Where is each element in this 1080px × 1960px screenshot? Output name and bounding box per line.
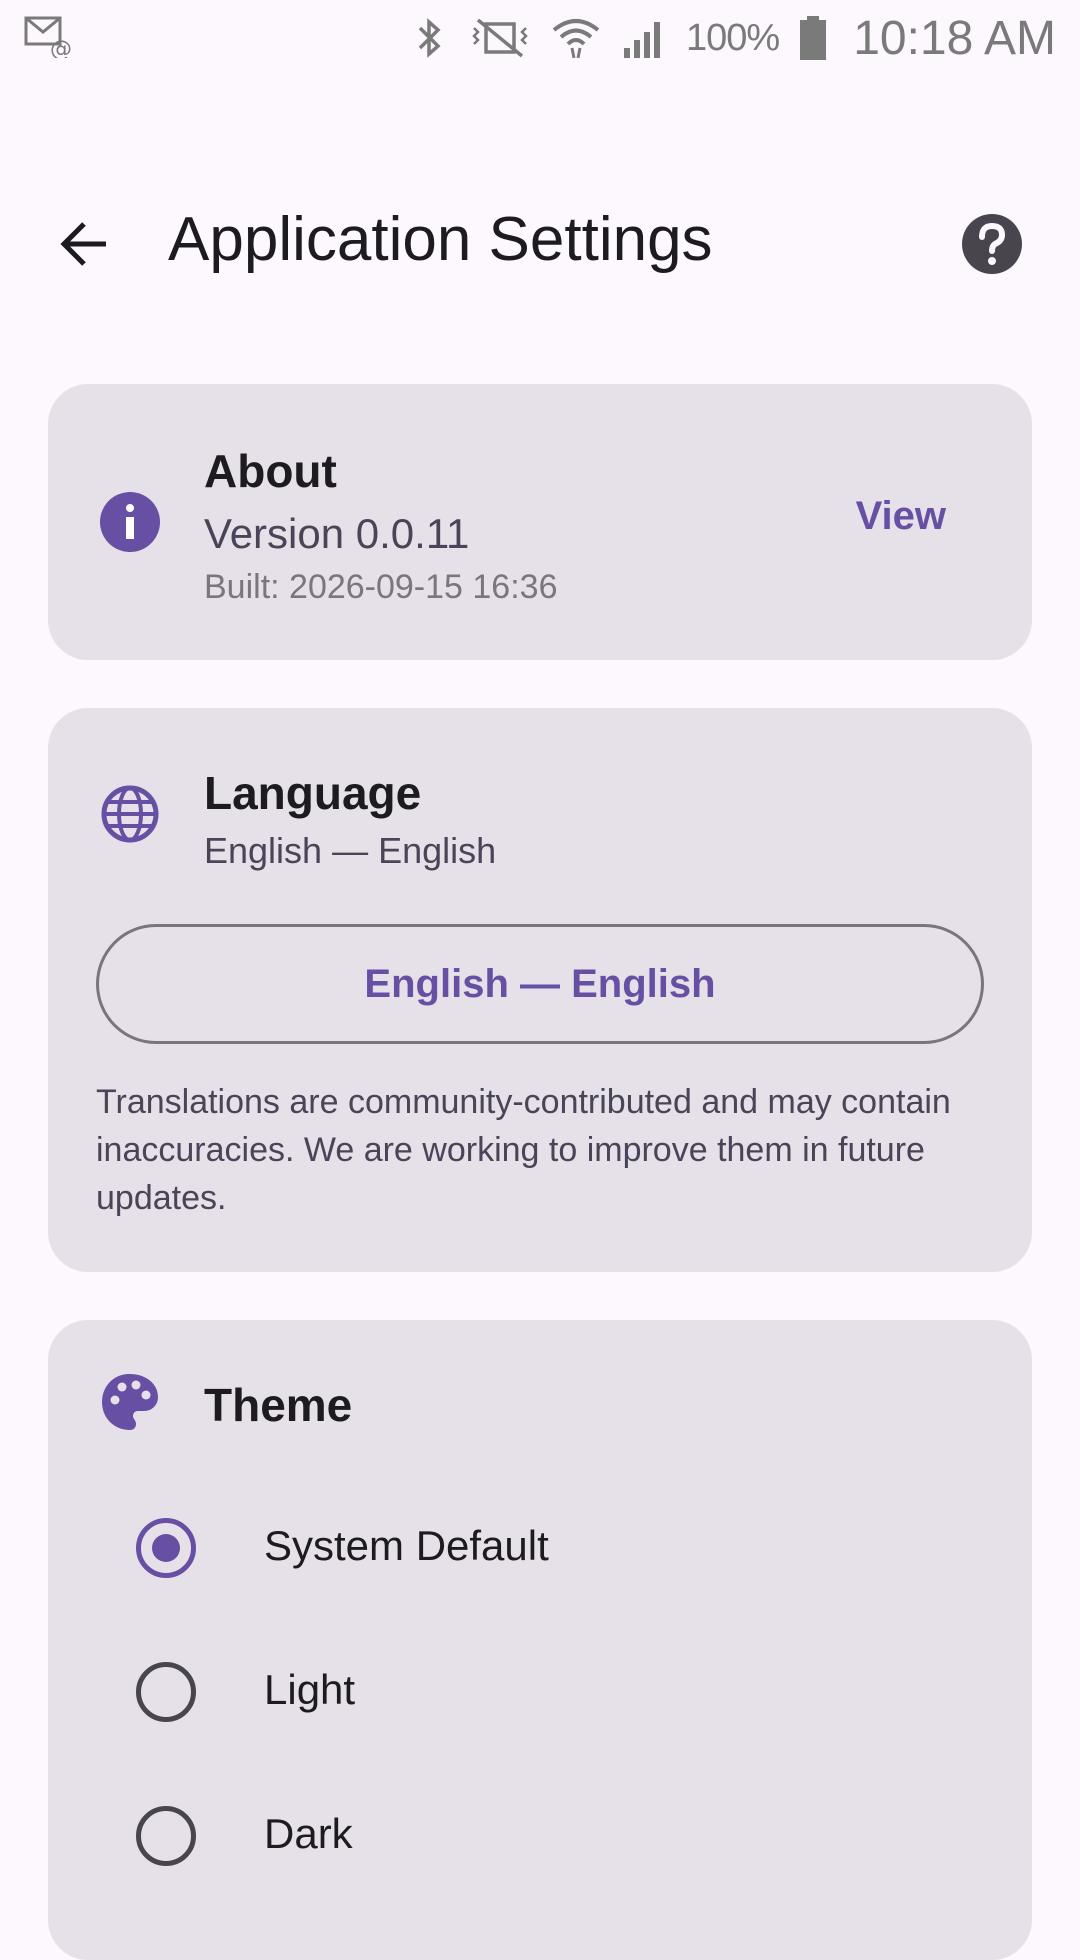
language-title: Language: [204, 767, 422, 819]
theme-option-dark[interactable]: Dark: [48, 1776, 1032, 1896]
current-language-text: English — English: [204, 830, 497, 871]
view-button[interactable]: View: [856, 494, 946, 539]
page-title: Application Settings: [168, 205, 713, 274]
back-button[interactable]: [44, 204, 124, 284]
help-icon: [962, 214, 1022, 274]
info-icon: [100, 492, 160, 552]
radio-button[interactable]: [136, 1662, 196, 1722]
radio-button-selected[interactable]: [136, 1518, 196, 1578]
svg-text:@: @: [50, 37, 72, 58]
status-bar: @ 100% 10:18 AM: [0, 0, 1080, 76]
top-app-bar: Application Settings: [0, 180, 1080, 300]
vibrate-mute-icon: [472, 18, 528, 58]
battery-icon: [800, 16, 827, 60]
help-button[interactable]: [952, 204, 1032, 284]
theme-option-label: Light: [264, 1666, 356, 1713]
theme-title: Theme: [204, 1379, 353, 1431]
bluetooth-icon: [418, 18, 441, 58]
about-card: About Version 0.0.11 Built: 2026-09-15 1…: [48, 384, 1032, 660]
battery-percent: 100%: [685, 16, 780, 59]
language-select-button[interactable]: English — English: [96, 924, 984, 1044]
signal-icon: [623, 22, 660, 58]
radio-button[interactable]: [136, 1806, 196, 1866]
arrow-back-icon: [60, 222, 106, 266]
theme-option-light[interactable]: Light: [48, 1632, 1032, 1752]
theme-option-label: System Default: [264, 1522, 549, 1569]
about-title: About: [204, 445, 337, 497]
language-card: Language English — English English — Eng…: [48, 708, 1032, 1272]
status-clock: 10:18 AM: [853, 11, 1056, 65]
email-notification-icon: @: [24, 16, 72, 58]
version-text: Version 0.0.11: [204, 510, 470, 557]
theme-option-system-default[interactable]: System Default: [48, 1488, 1032, 1608]
globe-icon: [101, 785, 159, 843]
translation-note: Translations are community-contributed a…: [96, 1083, 951, 1217]
theme-option-label: Dark: [264, 1810, 353, 1857]
wifi-icon: [552, 19, 600, 59]
build-date-text: Built: 2026-09-15 16:36: [204, 568, 558, 606]
palette-icon: [102, 1374, 158, 1430]
theme-card: Theme System Default Light Dark: [48, 1320, 1032, 1960]
